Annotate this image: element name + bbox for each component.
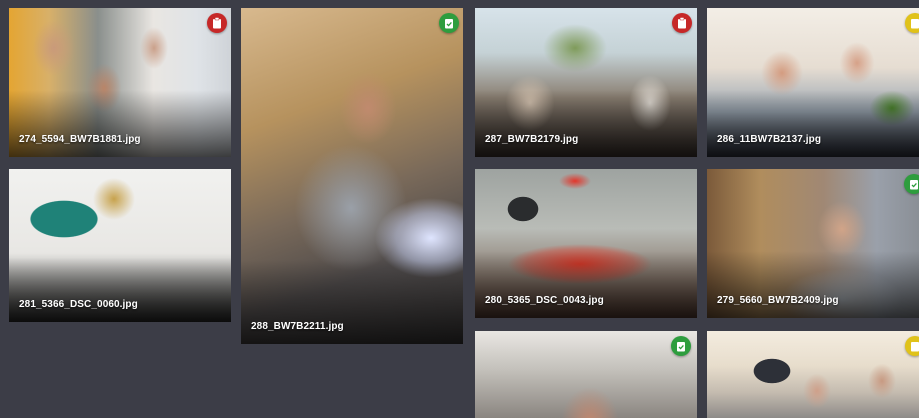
photo-shade	[707, 250, 919, 318]
photo-image	[707, 331, 919, 418]
photo-shade	[9, 89, 231, 157]
photo-filename: 280_5365_DSC_0043.jpg	[485, 295, 604, 306]
photo-tile-274[interactable]: 274_5594_BW7B1881.jpg	[9, 8, 231, 157]
clipboard-icon[interactable]	[905, 13, 919, 33]
photo-filename: 281_5366_DSC_0060.jpg	[19, 299, 138, 310]
photo-filename: 286_11BW7B2137.jpg	[717, 134, 822, 145]
photo-shade	[707, 89, 919, 157]
photo-filename: 288_BW7B2211.jpg	[251, 321, 344, 332]
photo-tile-281[interactable]: 281_5366_DSC_0060.jpg	[9, 169, 231, 322]
photo-shade	[475, 250, 697, 318]
photo-tile-bottom-2[interactable]	[707, 331, 919, 418]
photo-shade	[475, 89, 697, 157]
check-clipboard-icon[interactable]	[904, 174, 919, 194]
photo-tile-279[interactable]: 279_5660_BW7B2409.jpg	[707, 169, 919, 318]
check-clipboard-icon[interactable]	[671, 336, 691, 356]
photo-tile-280[interactable]: 280_5365_DSC_0043.jpg	[475, 169, 697, 318]
photo-filename: 279_5660_BW7B2409.jpg	[717, 295, 839, 306]
clipboard-icon[interactable]	[905, 336, 919, 356]
photo-shade	[9, 253, 231, 322]
photo-tile-bottom-1[interactable]	[475, 331, 697, 418]
photo-tile-288[interactable]: 288_BW7B2211.jpg	[241, 8, 463, 344]
photo-tile-286[interactable]: 286_11BW7B2137.jpg	[707, 8, 919, 157]
clipboard-icon[interactable]	[207, 13, 227, 33]
clipboard-icon[interactable]	[672, 13, 692, 33]
photo-filename: 274_5594_BW7B1881.jpg	[19, 134, 141, 145]
photo-filename: 287_BW7B2179.jpg	[485, 134, 579, 145]
check-clipboard-icon[interactable]	[439, 13, 459, 33]
photo-image	[475, 331, 697, 418]
photo-tile-287[interactable]: 287_BW7B2179.jpg	[475, 8, 697, 157]
